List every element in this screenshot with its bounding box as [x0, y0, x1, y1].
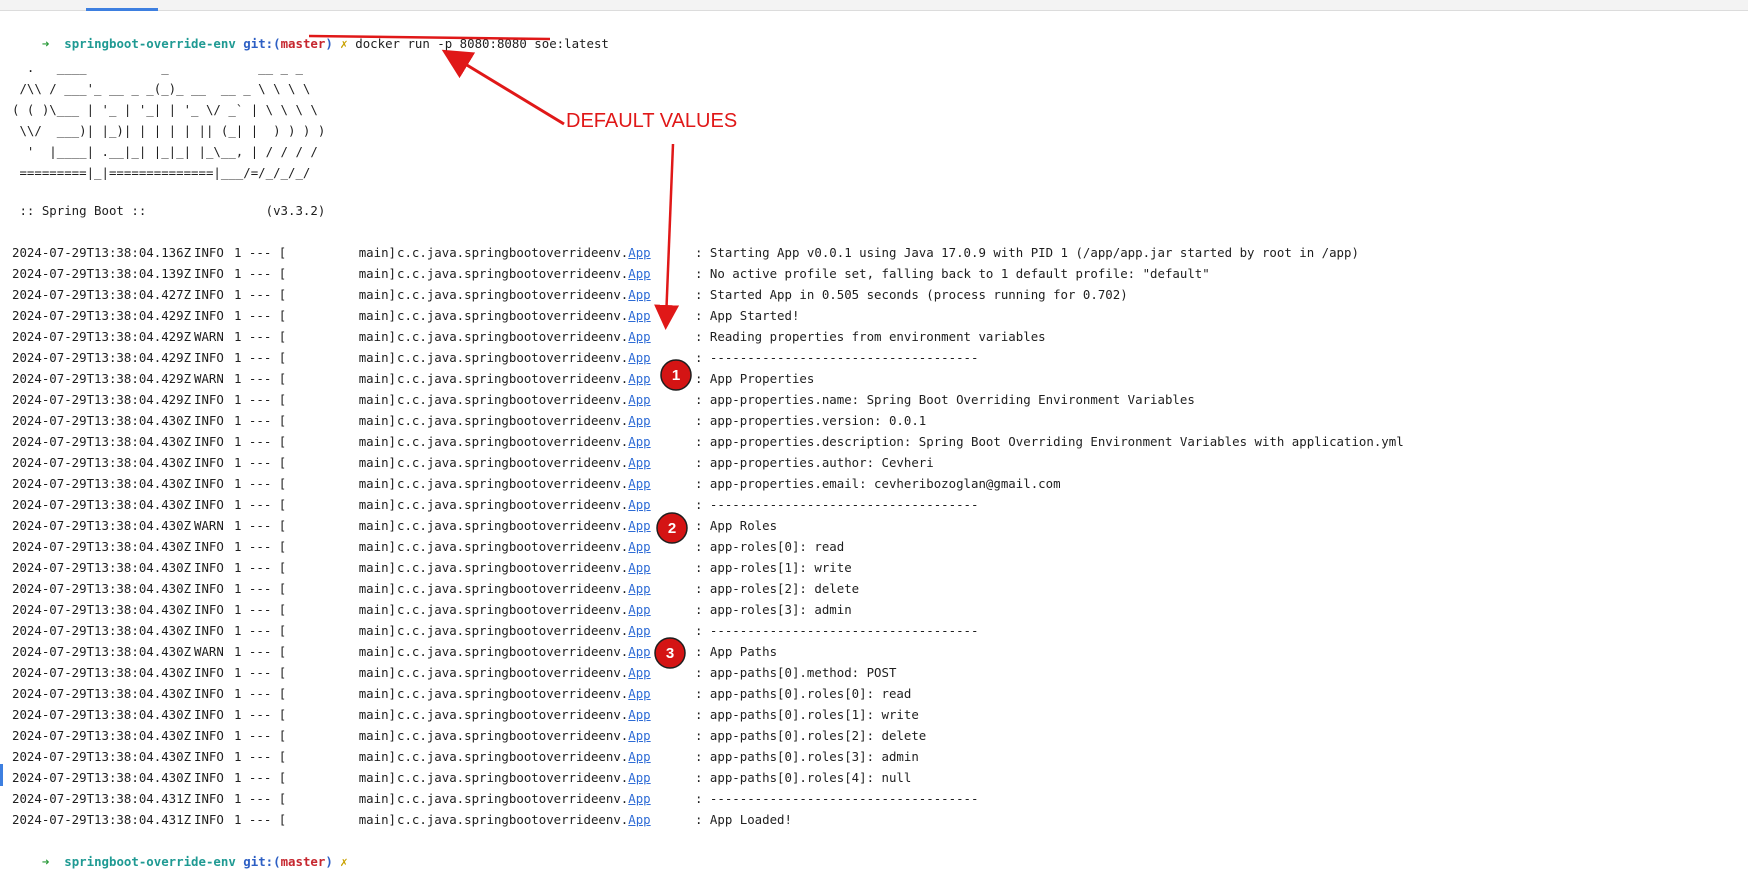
badge-1-icon: 1	[659, 358, 693, 392]
prompt-branch: master	[280, 854, 326, 869]
annotation-arrow-up	[441, 49, 565, 126]
default-values-label: DEFAULT VALUES	[566, 110, 738, 132]
command-underline	[308, 34, 551, 41]
badge-2-icon: 2	[655, 511, 689, 545]
prompt-directory: springboot-override-env	[64, 854, 236, 869]
annotation-overlay: 1 2 3	[308, 34, 693, 670]
badge-3-label: 3	[666, 645, 674, 662]
prompt-arrow-icon: ➜	[41, 854, 50, 869]
badge-1-label: 1	[672, 367, 680, 384]
prompt-git-label: git:(	[243, 854, 281, 869]
annotation-arrow-down	[654, 143, 680, 330]
prompt-dirty-icon: ✗	[340, 854, 348, 869]
prompt-git-close: )	[325, 854, 333, 869]
badge-2-label: 2	[668, 520, 676, 537]
badge-3-icon: 3	[653, 636, 687, 670]
